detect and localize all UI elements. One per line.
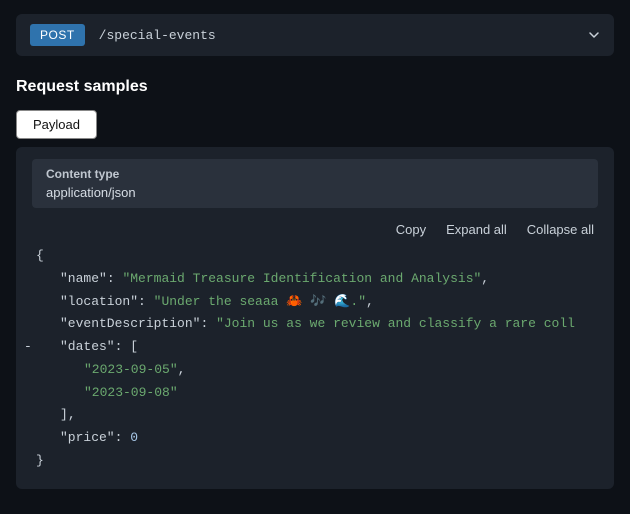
expand-all-button[interactable]: Expand all — [446, 222, 507, 237]
json-key: "location" — [60, 294, 138, 309]
content-type-label: Content type — [46, 167, 584, 181]
code-actions: Copy Expand all Collapse all — [16, 208, 614, 245]
bracket-open: [ — [130, 339, 138, 354]
json-string: "2023-09-08" — [84, 385, 178, 400]
sample-panel: Content type application/json Copy Expan… — [16, 147, 614, 489]
endpoint-path: /special-events — [99, 28, 574, 43]
collapse-all-button[interactable]: Collapse all — [527, 222, 594, 237]
json-key: "price" — [60, 430, 115, 445]
collapse-toggle-icon[interactable]: - — [24, 336, 32, 359]
chevron-down-icon[interactable] — [588, 29, 600, 41]
brace-close: } — [36, 453, 44, 468]
json-code-block: {"name": "Mermaid Treasure Identificatio… — [16, 245, 614, 489]
brace-open: { — [36, 248, 44, 263]
json-string: "Join us as we review and classify a rar… — [216, 316, 575, 331]
json-key: "name" — [60, 271, 107, 286]
endpoint-bar[interactable]: POST /special-events — [16, 14, 614, 56]
json-string: "Under the seaaa 🦀 🎶 🌊." — [154, 294, 366, 309]
json-key: "eventDescription" — [60, 316, 200, 331]
content-type-value: application/json — [46, 185, 584, 200]
json-number: 0 — [130, 430, 138, 445]
bracket-close: ] — [60, 407, 68, 422]
json-string: "Mermaid Treasure Identification and Ana… — [122, 271, 481, 286]
http-method-badge: POST — [30, 24, 85, 46]
content-type-block: Content type application/json — [32, 159, 598, 208]
section-title-request-samples: Request samples — [16, 78, 614, 96]
copy-button[interactable]: Copy — [396, 222, 426, 237]
json-key: "dates" — [60, 339, 115, 354]
json-string: "2023-09-05" — [84, 362, 178, 377]
tab-payload[interactable]: Payload — [16, 110, 97, 139]
